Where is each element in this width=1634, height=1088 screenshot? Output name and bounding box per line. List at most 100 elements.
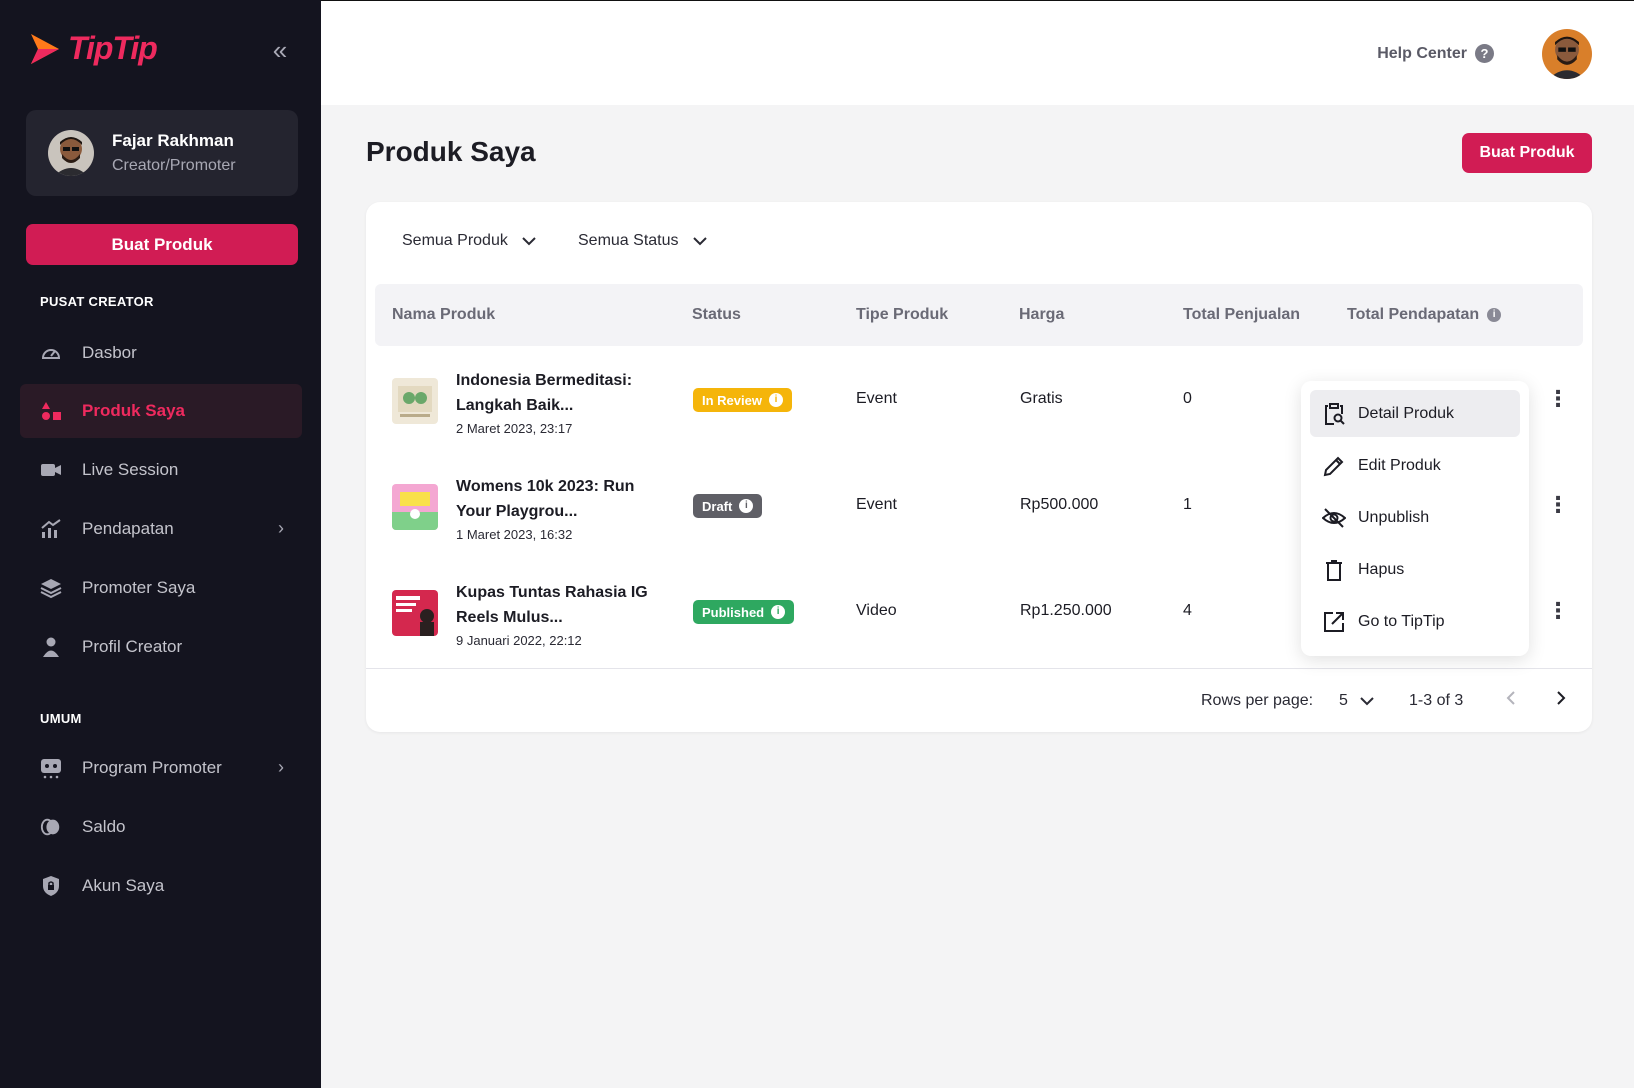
sidebar-item-label: Promoter Saya bbox=[82, 578, 196, 597]
layers-icon bbox=[40, 577, 62, 599]
sidebar-item-label: Akun Saya bbox=[82, 876, 165, 895]
shield-lock-icon bbox=[40, 875, 62, 897]
sidebar-item-saldo[interactable]: Saldo bbox=[20, 800, 302, 854]
menu-item-go-to-tiptip[interactable]: Go to TipTip bbox=[1310, 598, 1520, 645]
more-options-icon[interactable]: ⋮ bbox=[1547, 388, 1569, 412]
sidebar-item-label: Produk Saya bbox=[82, 401, 185, 420]
menu-item-hapus[interactable]: Hapus bbox=[1310, 546, 1520, 593]
tiptip-logo[interactable]: TipTip bbox=[28, 30, 158, 67]
sidebar-item-label: Profil Creator bbox=[82, 637, 183, 656]
eye-off-icon bbox=[1322, 506, 1346, 530]
sidebar-item-profil-creator[interactable]: Profil Creator bbox=[20, 620, 302, 674]
create-product-button[interactable]: Buat Produk bbox=[1462, 133, 1592, 173]
product-type: Event bbox=[856, 496, 897, 513]
menu-item-label: Unpublish bbox=[1358, 508, 1430, 526]
more-options-icon[interactable]: ⋮ bbox=[1547, 600, 1569, 624]
sidebar-item-label: Live Session bbox=[82, 460, 179, 479]
product-filter-dropdown[interactable]: Semua Produk bbox=[402, 232, 536, 250]
status-badge[interactable]: Draft i bbox=[693, 494, 763, 518]
status-filter-label: Semua Status bbox=[578, 232, 679, 249]
sidebar-item-program-promoter[interactable]: Program Promoter › bbox=[20, 741, 302, 795]
product-sales: 0 bbox=[1183, 390, 1192, 407]
next-page-button[interactable] bbox=[1556, 690, 1566, 711]
column-header-label: Total Pendapatan bbox=[1347, 306, 1480, 323]
product-type: Video bbox=[856, 602, 897, 619]
chevron-down-icon bbox=[1360, 696, 1374, 705]
product-filter-label: Semua Produk bbox=[402, 232, 508, 249]
section-label-general: UMUM bbox=[40, 711, 82, 726]
divider bbox=[366, 668, 1592, 669]
program-icon bbox=[40, 757, 62, 779]
sidebar-item-pendapatan[interactable]: Pendapatan › bbox=[20, 502, 302, 556]
chevron-down-icon bbox=[522, 236, 536, 245]
info-icon[interactable]: i bbox=[1487, 308, 1502, 322]
status-badge-label: Draft bbox=[702, 498, 733, 514]
avatar bbox=[48, 130, 94, 176]
sidebar-item-label: Pendapatan bbox=[82, 519, 174, 538]
previous-page-button[interactable] bbox=[1506, 690, 1516, 711]
sidebar-item-akun-saya[interactable]: Akun Saya bbox=[20, 859, 302, 913]
sidebar-item-live-session[interactable]: Live Session bbox=[20, 443, 302, 497]
chevron-right-icon bbox=[1557, 691, 1566, 705]
external-link-icon bbox=[1322, 610, 1346, 634]
rows-per-page-value: 5 bbox=[1339, 692, 1348, 709]
profile-card[interactable]: Fajar Rakhman Creator/Promoter bbox=[26, 110, 298, 196]
status-badge-label: In Review bbox=[702, 392, 762, 408]
sidebar-item-produk-saya[interactable]: Produk Saya bbox=[20, 384, 302, 438]
chevron-down-icon bbox=[692, 236, 707, 245]
column-header-total-pendapatan[interactable]: Total Pendapatan i bbox=[1347, 306, 1502, 324]
menu-item-label: Detail Produk bbox=[1358, 404, 1455, 422]
rows-per-page-label: Rows per page: bbox=[1201, 692, 1314, 709]
profile-name: Fajar Rakhman bbox=[112, 131, 234, 150]
menu-item-detail-produk[interactable]: Detail Produk bbox=[1310, 390, 1520, 437]
sidebar-item-promoter-saya[interactable]: Promoter Saya bbox=[20, 561, 302, 615]
product-thumbnail bbox=[392, 590, 438, 636]
help-center-label: Help Center bbox=[1377, 44, 1467, 62]
sidebar-item-label: Saldo bbox=[82, 817, 126, 836]
status-badge[interactable]: Published i bbox=[693, 600, 795, 624]
help-center-link[interactable]: Help Center ? bbox=[1377, 44, 1494, 63]
more-options-icon[interactable]: ⋮ bbox=[1547, 494, 1569, 518]
shapes-icon bbox=[40, 400, 62, 422]
product-price: Rp500.000 bbox=[1020, 496, 1099, 513]
status-filter-dropdown[interactable]: Semua Status bbox=[578, 232, 707, 250]
rows-per-page-select[interactable]: 5 bbox=[1339, 692, 1374, 710]
product-date: 2 Maret 2023, 23:17 bbox=[456, 421, 573, 436]
info-icon: i bbox=[739, 499, 754, 513]
sidebar-item-dasbor[interactable]: Dasbor bbox=[20, 326, 302, 380]
info-icon: i bbox=[771, 605, 786, 619]
profile-role: Creator/Promoter bbox=[112, 157, 236, 174]
column-header[interactable]: Nama Produk bbox=[392, 306, 495, 324]
sidebar-item-label: Program Promoter bbox=[82, 758, 222, 777]
column-header[interactable]: Total Penjualan bbox=[1183, 306, 1300, 324]
menu-item-label: Hapus bbox=[1358, 560, 1405, 578]
product-sales: 4 bbox=[1183, 602, 1192, 619]
person-icon bbox=[40, 636, 62, 658]
sidebar: TipTip « Fajar Rakhman Creator/Promoter … bbox=[0, 0, 321, 1088]
user-avatar[interactable] bbox=[1542, 29, 1592, 79]
sidebar-create-product-button[interactable]: Buat Produk bbox=[26, 224, 298, 265]
status-badge[interactable]: In Review i bbox=[693, 388, 792, 412]
top-bar: Help Center ? bbox=[321, 0, 1634, 105]
menu-item-label: Edit Produk bbox=[1358, 456, 1441, 474]
chevron-right-icon: › bbox=[278, 757, 284, 777]
chart-icon bbox=[40, 518, 62, 540]
product-sales: 1 bbox=[1183, 496, 1192, 513]
info-icon: i bbox=[768, 393, 783, 407]
gauge-icon bbox=[40, 342, 62, 364]
product-price: Rp1.250.000 bbox=[1020, 602, 1112, 619]
trash-icon bbox=[1322, 558, 1346, 582]
menu-item-edit-produk[interactable]: Edit Produk bbox=[1310, 442, 1520, 489]
column-header[interactable]: Status bbox=[692, 306, 741, 324]
sidebar-item-label: Dasbor bbox=[82, 343, 137, 362]
chevron-right-icon: › bbox=[278, 518, 284, 538]
coins-icon bbox=[40, 816, 62, 838]
product-type: Event bbox=[856, 390, 897, 407]
pencil-icon bbox=[1322, 454, 1346, 478]
section-label-creator: PUSAT CREATOR bbox=[40, 294, 154, 309]
column-header[interactable]: Tipe Produk bbox=[856, 306, 948, 324]
menu-item-unpublish[interactable]: Unpublish bbox=[1310, 494, 1520, 541]
column-header[interactable]: Harga bbox=[1019, 306, 1064, 324]
chevron-left-icon bbox=[1506, 691, 1515, 705]
collapse-sidebar-button[interactable]: « bbox=[268, 36, 292, 64]
